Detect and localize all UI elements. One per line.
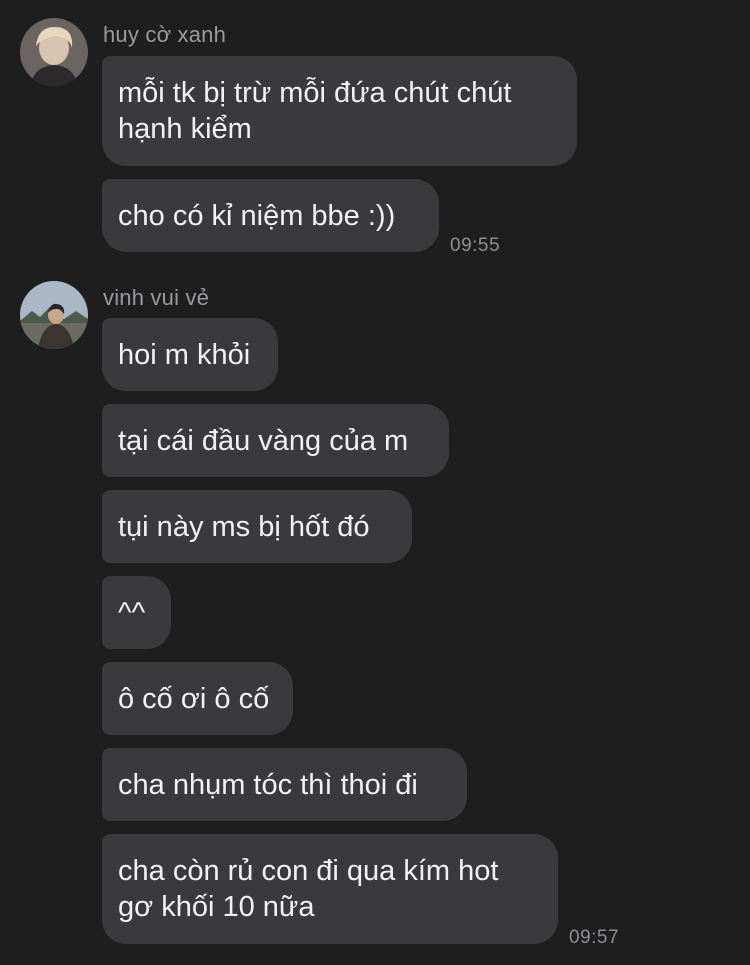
user-avatar-icon [20,281,88,349]
message-bubble[interactable]: cha còn rủ con đi qua kím hot gơ khối 10… [102,834,558,944]
message-bubble[interactable]: cho có kỉ niệm bbe :)) [102,179,439,252]
sender-name: huy cờ xanh [103,22,227,47]
message-bubble[interactable]: ô cố ơi ô cố [102,662,293,735]
message-bubble[interactable]: mỗi tk bị trừ mỗi đứa chút chút hạnh kiể… [102,56,577,166]
message-bubble[interactable]: ^^ [102,576,171,649]
message-timestamp: 09:55 [450,235,501,256]
message-bubble[interactable]: tụi này ms bị hốt đó [102,490,412,563]
avatar-vinh[interactable] [20,281,88,349]
user-avatar-icon [20,18,88,86]
sender-name: vinh vui vẻ [103,285,210,310]
message-timestamp: 09:57 [569,927,620,948]
avatar-huy[interactable] [20,18,88,86]
message-bubble[interactable]: hoi m khỏi [102,318,278,391]
message-bubble[interactable]: tại cái đầu vàng của m [102,404,449,477]
message-bubble[interactable]: cha nhụm tóc thì thoi đi [102,748,467,821]
